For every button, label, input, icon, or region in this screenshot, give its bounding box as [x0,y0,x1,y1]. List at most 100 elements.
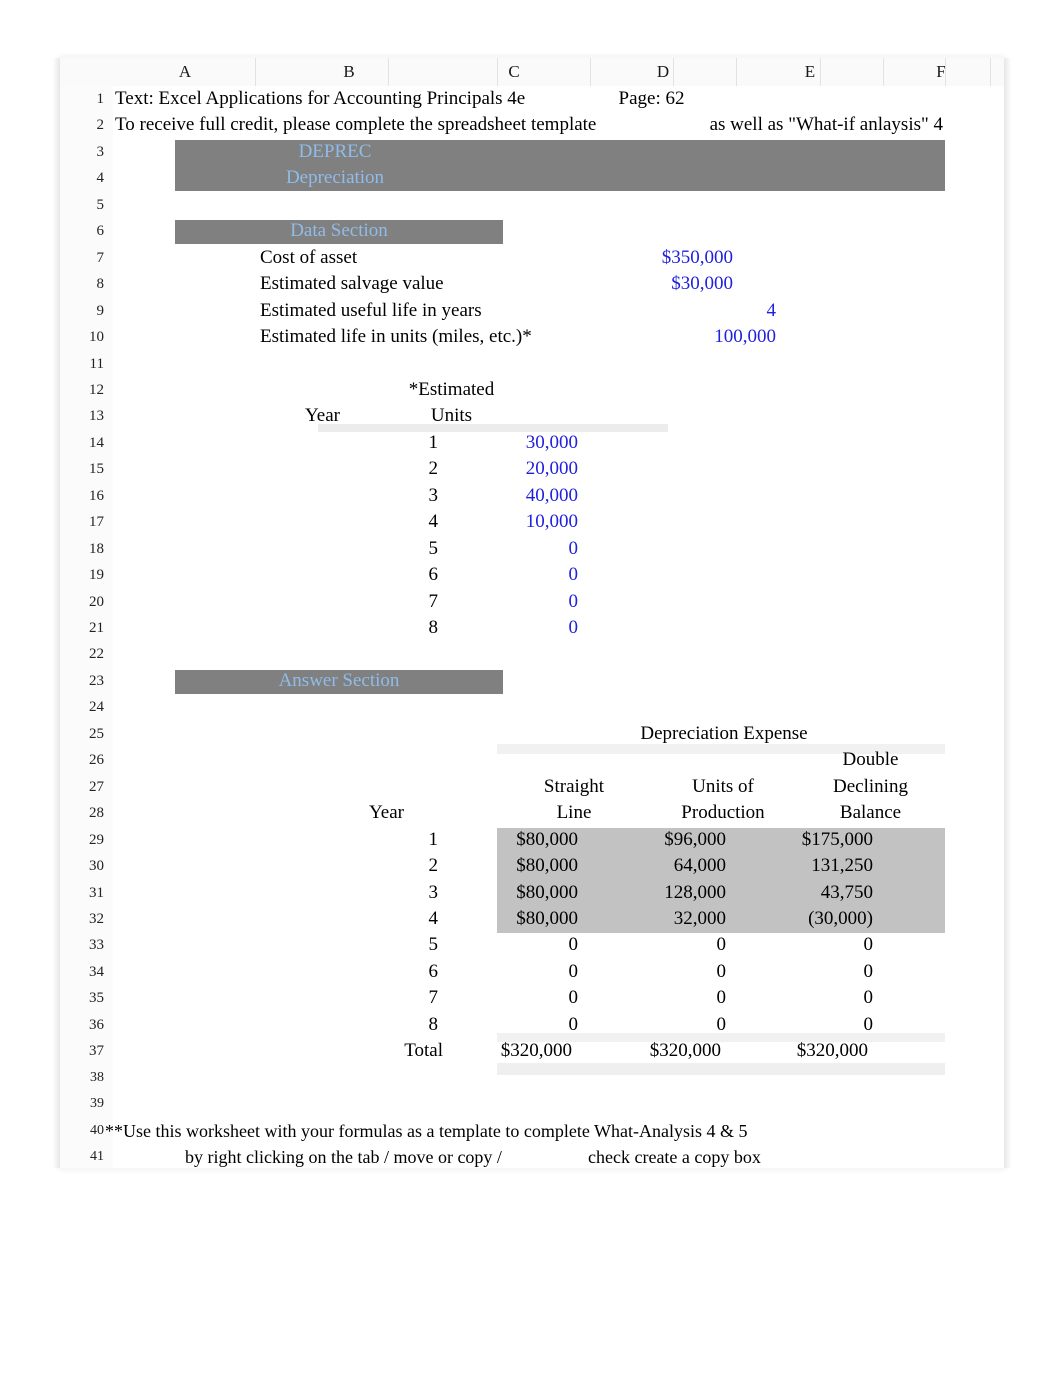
row-header-24[interactable]: 24 [60,699,104,716]
answer-row-up-4[interactable]: 32,000 [618,906,726,932]
row-header-17[interactable]: 17 [60,514,104,531]
row-header-25[interactable]: 25 [60,726,104,743]
units-row-value-8[interactable]: 0 [385,615,579,641]
row-header-6[interactable]: 6 [60,223,105,240]
column-header-f[interactable]: F [901,58,981,86]
answer-header-ddb-line3: Balance [839,802,902,824]
answer-header-up-line2: Production [681,802,765,824]
data-section-label: Data Section [290,220,388,242]
row-header-10[interactable]: 10 [60,329,104,346]
answer-total-ddb[interactable]: $320,000 [763,1038,868,1064]
row-header-12[interactable]: 12 [60,382,104,399]
answer-row-sl-3[interactable]: $80,000 [468,880,578,906]
data-value-1[interactable]: $350,000 [385,245,733,271]
row-header-16[interactable]: 16 [60,488,104,505]
row-header-40[interactable]: 40 [60,1123,104,1139]
data-value-2[interactable]: $30,000 [385,271,733,297]
answer-row-sl-5[interactable]: 0 [468,932,579,958]
row-header-18[interactable]: 18 [60,541,104,558]
row-header-34[interactable]: 34 [60,964,104,981]
row-header-19[interactable]: 19 [60,567,104,584]
row-header-22[interactable]: 22 [60,646,104,663]
row-header-41[interactable]: 41 [60,1149,104,1165]
row-header-3[interactable]: 3 [60,144,105,161]
row-header-31[interactable]: 31 [60,885,104,902]
column-header-c[interactable]: C [474,58,554,86]
row-header-7[interactable]: 7 [60,250,105,267]
row-header-29[interactable]: 29 [60,832,104,849]
answer-row-sl-6[interactable]: 0 [468,959,579,985]
units-row-value-1[interactable]: 30,000 [385,430,578,456]
units-header-estimated: *Estimated [408,378,495,400]
answer-row-up-7[interactable]: 0 [618,985,727,1011]
answer-row-ddb-5[interactable]: 0 [763,932,874,958]
column-separator [497,58,498,86]
answer-row-up-5[interactable]: 0 [618,932,727,958]
answer-header-sl-line2: Line [556,802,592,824]
column-separator [673,58,674,86]
row-header-1[interactable]: 1 [60,91,105,108]
row-header-8[interactable]: 8 [60,276,105,293]
row-header-20[interactable]: 20 [60,594,104,611]
row-header-15[interactable]: 15 [60,461,104,478]
row-header-13[interactable]: 13 [60,408,104,425]
answer-row-ddb-7[interactable]: 0 [763,985,874,1011]
row-header-26[interactable]: 26 [60,752,104,769]
column-separator [388,58,389,86]
column-header-d[interactable]: D [623,58,703,86]
column-header-e[interactable]: E [770,58,850,86]
row-header-11[interactable]: 11 [60,356,104,373]
answer-row-up-8[interactable]: 0 [618,1012,727,1038]
row-header-33[interactable]: 33 [60,937,104,954]
row-header-37[interactable]: 37 [60,1043,104,1060]
answer-row-sl-2[interactable]: $80,000 [468,853,578,879]
answer-row-sl-1[interactable]: $80,000 [468,827,578,853]
footer-note-line2b: check create a copy box [588,1147,761,1167]
row-header-38[interactable]: 38 [60,1070,104,1086]
row-header-5[interactable]: 5 [60,197,105,214]
answer-row-sl-7[interactable]: 0 [468,985,579,1011]
units-row-value-6[interactable]: 0 [385,562,579,588]
answer-row-up-6[interactable]: 0 [618,959,727,985]
doc-header-note: as well as "What-if anlaysis" 4 [709,114,943,136]
answer-row-sl-4[interactable]: $80,000 [468,906,578,932]
row-header-27[interactable]: 27 [60,779,104,796]
answer-row-ddb-3[interactable]: 43,750 [763,880,873,906]
row-header-14[interactable]: 14 [60,435,104,452]
units-row-value-3[interactable]: 40,000 [385,483,578,509]
answer-row-up-1[interactable]: $96,000 [618,827,726,853]
answer-row-sl-8[interactable]: 0 [468,1012,579,1038]
answer-row-ddb-6[interactable]: 0 [763,959,874,985]
answer-row-ddb-4[interactable]: (30,000) [763,906,873,932]
row-header-36[interactable]: 36 [60,1017,104,1034]
data-value-4[interactable]: 100,000 [385,324,776,350]
answer-row-up-3[interactable]: 128,000 [618,880,726,906]
units-row-value-4[interactable]: 10,000 [385,509,578,535]
spreadsheet-page: ABCDEF 1 2 3 4 5 6 7 8 9 10 11 12 13 14 15 16 17 18 19 20 21… [52,58,1012,1168]
row-header-21[interactable]: 21 [60,620,104,637]
row-header-35[interactable]: 35 [60,990,104,1007]
row-header-39[interactable]: 39 [60,1096,104,1112]
answer-total-sl[interactable]: $320,000 [468,1038,572,1064]
answer-header-year: Year [368,802,404,824]
units-row-value-7[interactable]: 0 [385,589,579,615]
row-header-28[interactable]: 28 [60,805,104,822]
row-header-4[interactable]: 4 [60,170,105,187]
answer-total-up[interactable]: $320,000 [618,1038,721,1064]
column-header-b[interactable]: B [309,58,389,86]
column-header-a[interactable]: A [145,58,225,86]
row-header-2[interactable]: 2 [60,117,105,134]
data-value-3[interactable]: 4 [385,298,777,324]
row-header-32[interactable]: 32 [60,911,104,928]
row-header-30[interactable]: 30 [60,858,104,875]
row-header-23[interactable]: 23 [60,673,104,690]
answer-row-year-6: 6 [428,960,439,982]
units-row-value-5[interactable]: 0 [385,536,579,562]
units-row-value-2[interactable]: 20,000 [385,456,578,482]
row-header-9[interactable]: 9 [60,303,105,320]
answer-row-ddb-2[interactable]: 131,250 [763,853,873,879]
answer-row-ddb-8[interactable]: 0 [763,1012,874,1038]
answer-row-ddb-1[interactable]: $175,000 [763,827,873,853]
doc-page-number: Page: 62 [618,88,685,109]
answer-row-up-2[interactable]: 64,000 [618,853,726,879]
